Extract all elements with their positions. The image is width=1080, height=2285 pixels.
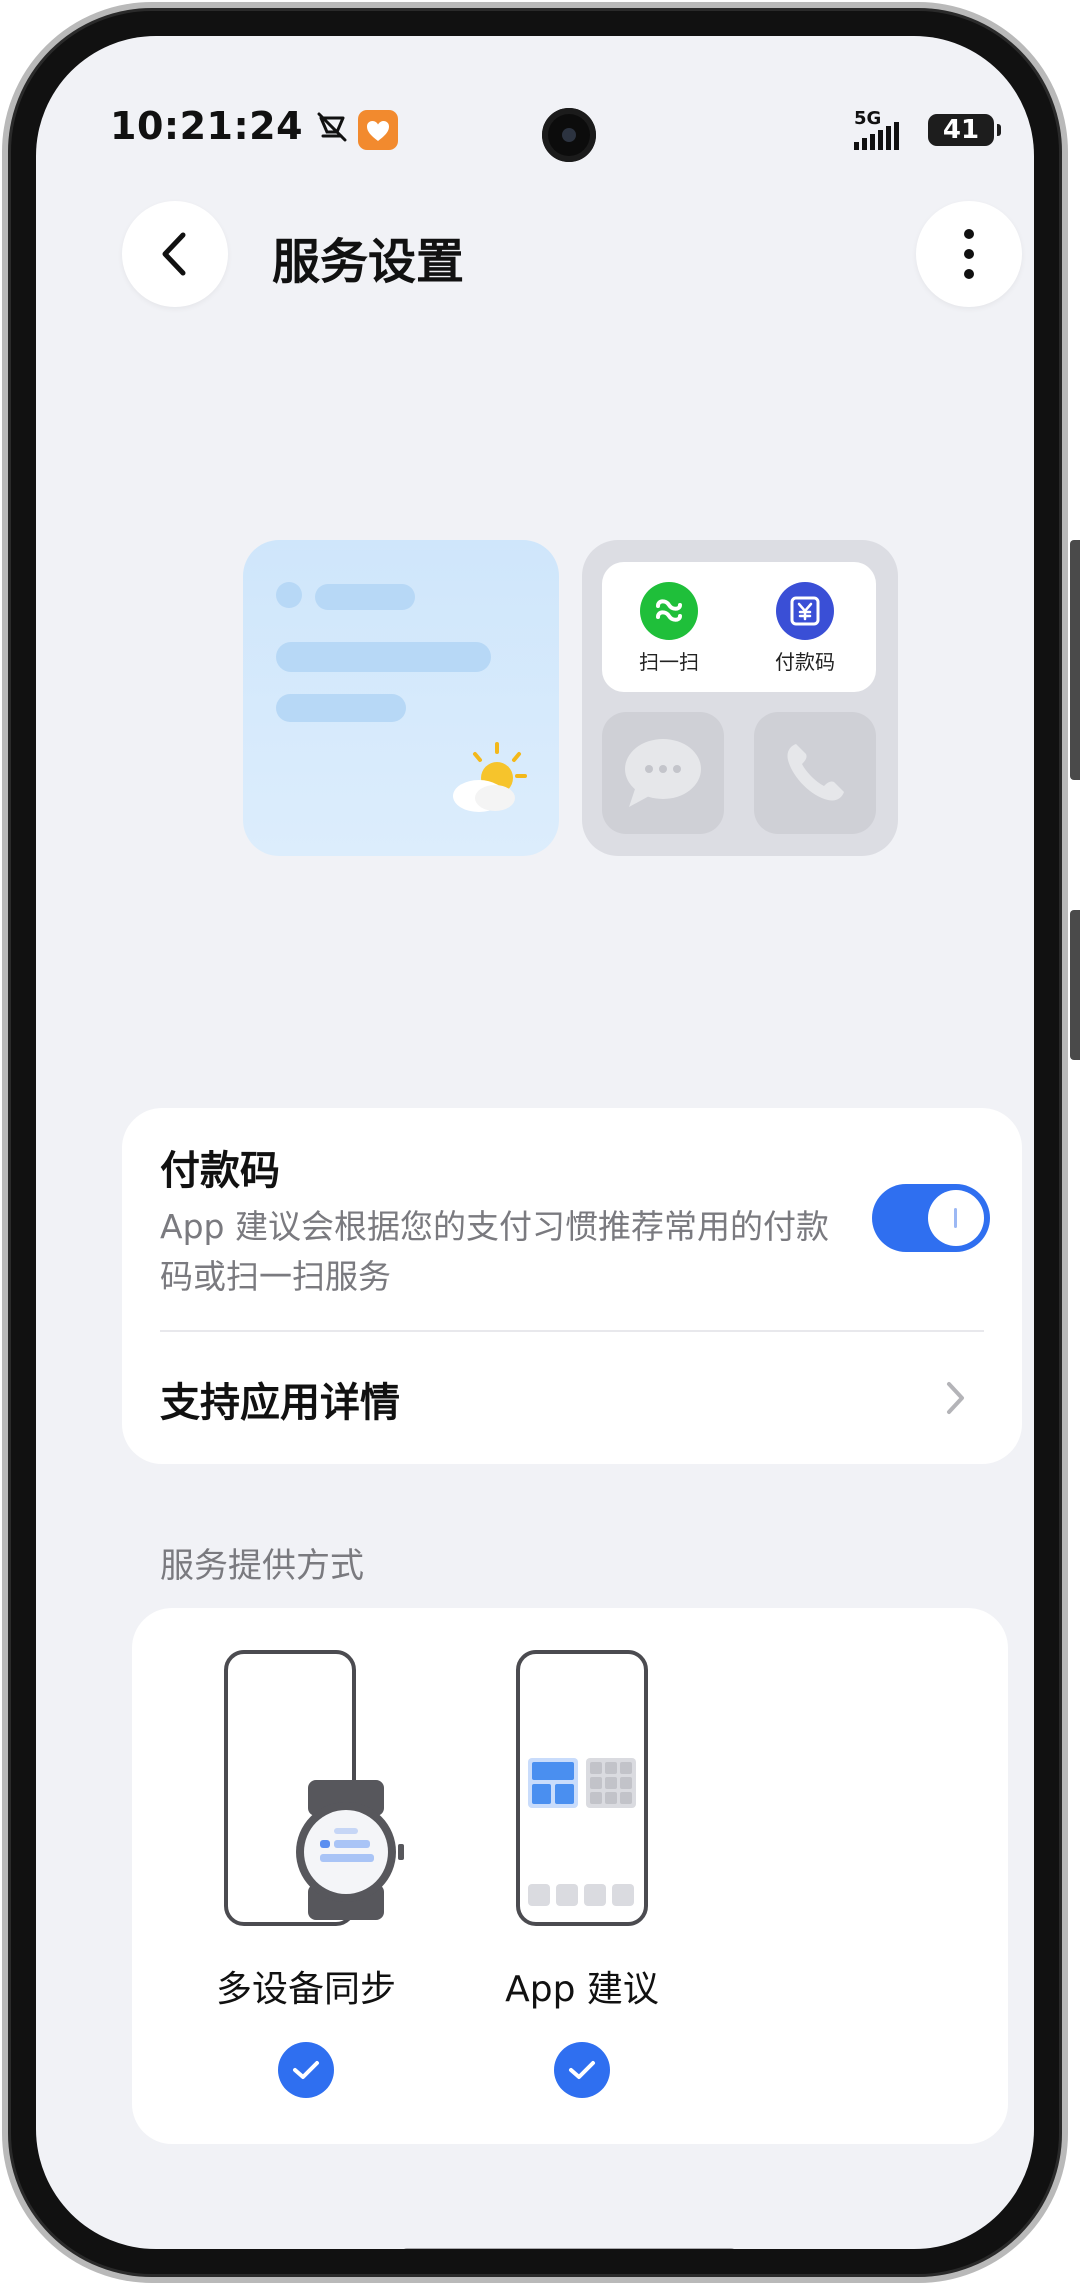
check-icon	[569, 2061, 595, 2079]
phone-watch-illustration	[224, 1650, 404, 1926]
mode-multi-device-label: 多设备同步	[215, 1969, 396, 2010]
more-vertical-icon	[964, 229, 974, 279]
shortcut-pay-label: 付款码	[775, 650, 835, 674]
payment-code-toggle[interactable]	[872, 1184, 990, 1252]
weather-widget-illustration	[243, 540, 559, 856]
payment-code-icon	[776, 582, 834, 640]
toggle-knob	[928, 1190, 984, 1246]
phone-icon	[787, 744, 844, 801]
placeholder-bar	[276, 642, 491, 672]
signal-icon	[854, 122, 899, 150]
phone-frame: 10:21:24 5G 41 服务设置 扫一扫 付款码 付款码 App 建议会根…	[0, 0, 1080, 2285]
shortcuts-widget-illustration: 扫一扫 付款码	[582, 540, 898, 856]
phone-tile	[754, 712, 876, 834]
mode-app-suggestion-label: App 建议	[505, 1969, 659, 2010]
payment-code-description: App 建议会根据您的支付习惯推荐常用的付款码或扫一扫服务	[160, 1207, 829, 1296]
mode-multi-device[interactable]: 多设备同步	[196, 1648, 416, 2098]
mode-multi-device-check[interactable]	[278, 2042, 334, 2098]
supported-apps-row[interactable]: 支持应用详情	[122, 1332, 1022, 1464]
payment-code-title: 付款码	[160, 1148, 280, 1194]
message-icon	[625, 739, 701, 807]
battery-indicator: 41	[928, 114, 1001, 146]
section-title: 服务提供方式	[160, 1546, 364, 1586]
screen: 10:21:24 5G 41 服务设置 扫一扫 付款码 付款码 App 建议会根…	[36, 36, 1034, 2249]
back-arrow-icon	[162, 232, 186, 276]
do-not-disturb-icon	[317, 112, 347, 142]
chevron-right-icon	[947, 1382, 964, 1414]
phone-widgets-illustration	[516, 1650, 648, 1926]
placeholder-bar	[315, 584, 415, 610]
message-tile	[602, 712, 724, 834]
power-button	[1070, 910, 1080, 1060]
scan-icon	[640, 582, 698, 640]
sun-cloud-icon	[453, 742, 527, 812]
mode-app-suggestion[interactable]: App 建议	[472, 1648, 692, 2098]
home-indicator[interactable]	[402, 2248, 736, 2249]
mode-app-suggestion-check[interactable]	[554, 2042, 610, 2098]
back-button[interactable]	[122, 201, 228, 307]
front-camera	[542, 108, 596, 162]
service-modes-card: 多设备同步 App 建议	[132, 1608, 1008, 2144]
check-icon	[293, 2061, 319, 2079]
payment-code-card: 付款码 App 建议会根据您的支付习惯推荐常用的付款码或扫一扫服务 支持应用详情	[122, 1108, 1022, 1464]
more-options-button[interactable]	[916, 201, 1022, 307]
notification-app-icon	[358, 110, 398, 150]
placeholder-dot	[276, 582, 302, 608]
volume-button	[1070, 540, 1080, 780]
status-time: 10:21:24	[110, 104, 304, 148]
page-title: 服务设置	[272, 234, 465, 290]
shortcut-scan-label: 扫一扫	[639, 650, 699, 674]
shortcut-scan: 扫一扫	[614, 582, 724, 675]
shortcut-pay: 付款码	[750, 582, 860, 675]
supported-apps-label: 支持应用详情	[160, 1380, 400, 1426]
shortcut-panel: 扫一扫 付款码	[602, 562, 876, 692]
placeholder-bar	[276, 694, 406, 722]
